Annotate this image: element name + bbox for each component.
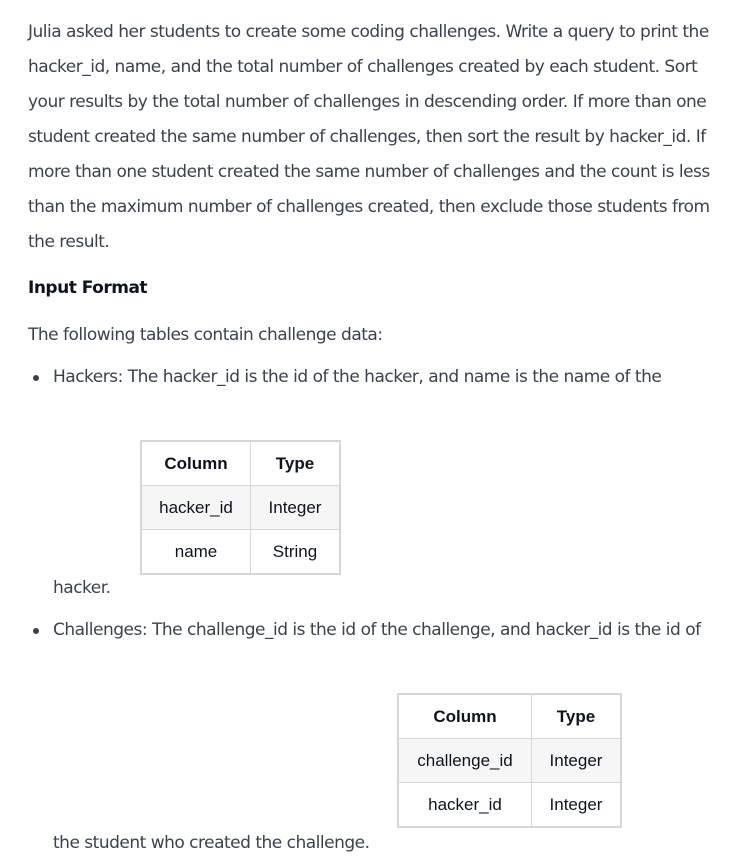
table-header-column: Column: [140, 440, 251, 486]
table-cell: String: [250, 529, 341, 575]
table-cell: challenge_id: [397, 738, 532, 783]
challenges-description-end: the student who created the challenge.: [53, 833, 370, 853]
table-row: name String: [140, 529, 341, 575]
table-header-column: Column: [397, 693, 532, 739]
table-header-type: Type: [250, 440, 341, 486]
table-header-row: Column Type: [397, 693, 622, 739]
table-row: hacker_id Integer: [140, 485, 341, 530]
bullet-icon: [33, 375, 39, 381]
table-cell: Integer: [531, 738, 622, 783]
table-header-row: Column Type: [140, 440, 341, 486]
table-row: challenge_id Integer: [397, 738, 622, 783]
hackers-description: Hackers: The hacker_id is the id of the …: [53, 367, 662, 387]
input-format-heading: Input Format: [28, 278, 148, 298]
bullet-icon: [33, 628, 39, 634]
challenges-description: Challenges: The challenge_id is the id o…: [53, 620, 701, 640]
table-row: hacker_id Integer: [397, 782, 622, 828]
table-cell: Integer: [531, 782, 622, 828]
table-header-type: Type: [531, 693, 622, 739]
challenges-table: Column Type challenge_id Integer hacker_…: [397, 693, 622, 828]
problem-statement: Julia asked her students to create some …: [28, 22, 710, 252]
table-cell: Integer: [250, 485, 341, 530]
hackers-description-end: hacker.: [53, 578, 111, 598]
hackers-table: Column Type hacker_id Integer name Strin…: [140, 440, 341, 575]
table-cell: hacker_id: [140, 485, 251, 530]
table-cell: name: [140, 529, 251, 575]
tables-intro: The following tables contain challenge d…: [28, 325, 383, 345]
table-cell: hacker_id: [397, 782, 532, 828]
